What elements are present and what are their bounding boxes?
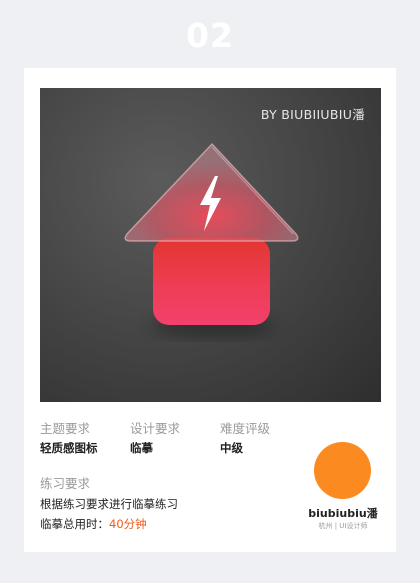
avatar	[314, 442, 371, 499]
time-label: 临摹总用时：	[40, 517, 109, 531]
theme-label: 主题要求	[40, 421, 91, 436]
author-subtitle: 杭州 | UI设计师	[318, 522, 368, 530]
time-line: 临摹总用时：40分钟	[40, 516, 147, 532]
hero-credit: BY BIUBIIUBIU潘	[260, 107, 365, 122]
difficulty-label: 难度评级	[220, 421, 271, 436]
exercise-number: 02	[186, 16, 234, 55]
difficulty-value: 中级	[220, 441, 243, 455]
hero-image: BY BIUBIIUBIU潘	[40, 88, 381, 402]
design-label: 设计要求	[130, 421, 181, 436]
practice-card-page: 02 BY BIUBIIUBIU潘 主题要求 轻质感图标 设计要求 临摹 难度评…	[0, 0, 420, 583]
design-value: 临摹	[130, 441, 153, 455]
practice-value: 根据练习要求进行临摹练习	[40, 497, 178, 511]
practice-label: 练习要求	[40, 476, 91, 491]
upload-arrow-icon	[124, 143, 299, 336]
time-value: 40分钟	[109, 517, 147, 531]
author-name: biubiubiu潘	[308, 507, 378, 520]
theme-value: 轻质感图标	[40, 441, 98, 455]
card: BY BIUBIIUBIU潘 主题要求 轻质感图标 设计要求 临摹 难度评级 中…	[24, 68, 396, 552]
